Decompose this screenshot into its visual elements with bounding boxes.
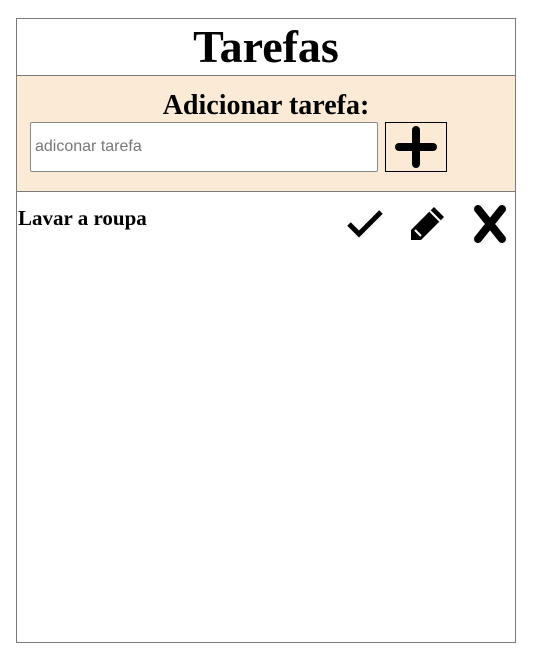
check-icon: [347, 210, 383, 238]
todo-app: Tarefas Adicionar tarefa: Lavar a roupa: [16, 18, 516, 643]
task-label: Lavar a roupa: [18, 206, 147, 230]
delete-task-button[interactable]: [470, 204, 510, 244]
add-task-panel: Adicionar tarefa:: [17, 76, 515, 192]
plus-icon: [395, 126, 437, 168]
task-list: Lavar a roupa: [17, 192, 515, 244]
page-title: Tarefas: [193, 21, 339, 72]
edit-task-button[interactable]: [407, 204, 447, 244]
add-task-heading: Adicionar tarefa:: [162, 90, 370, 121]
complete-task-button[interactable]: [345, 204, 385, 244]
list-item: Lavar a roupa: [17, 192, 515, 244]
add-task-button[interactable]: [385, 122, 447, 172]
add-task-input[interactable]: [30, 122, 378, 172]
x-icon: [474, 205, 506, 243]
app-header: Tarefas: [17, 19, 515, 76]
pencil-icon: [411, 207, 444, 240]
